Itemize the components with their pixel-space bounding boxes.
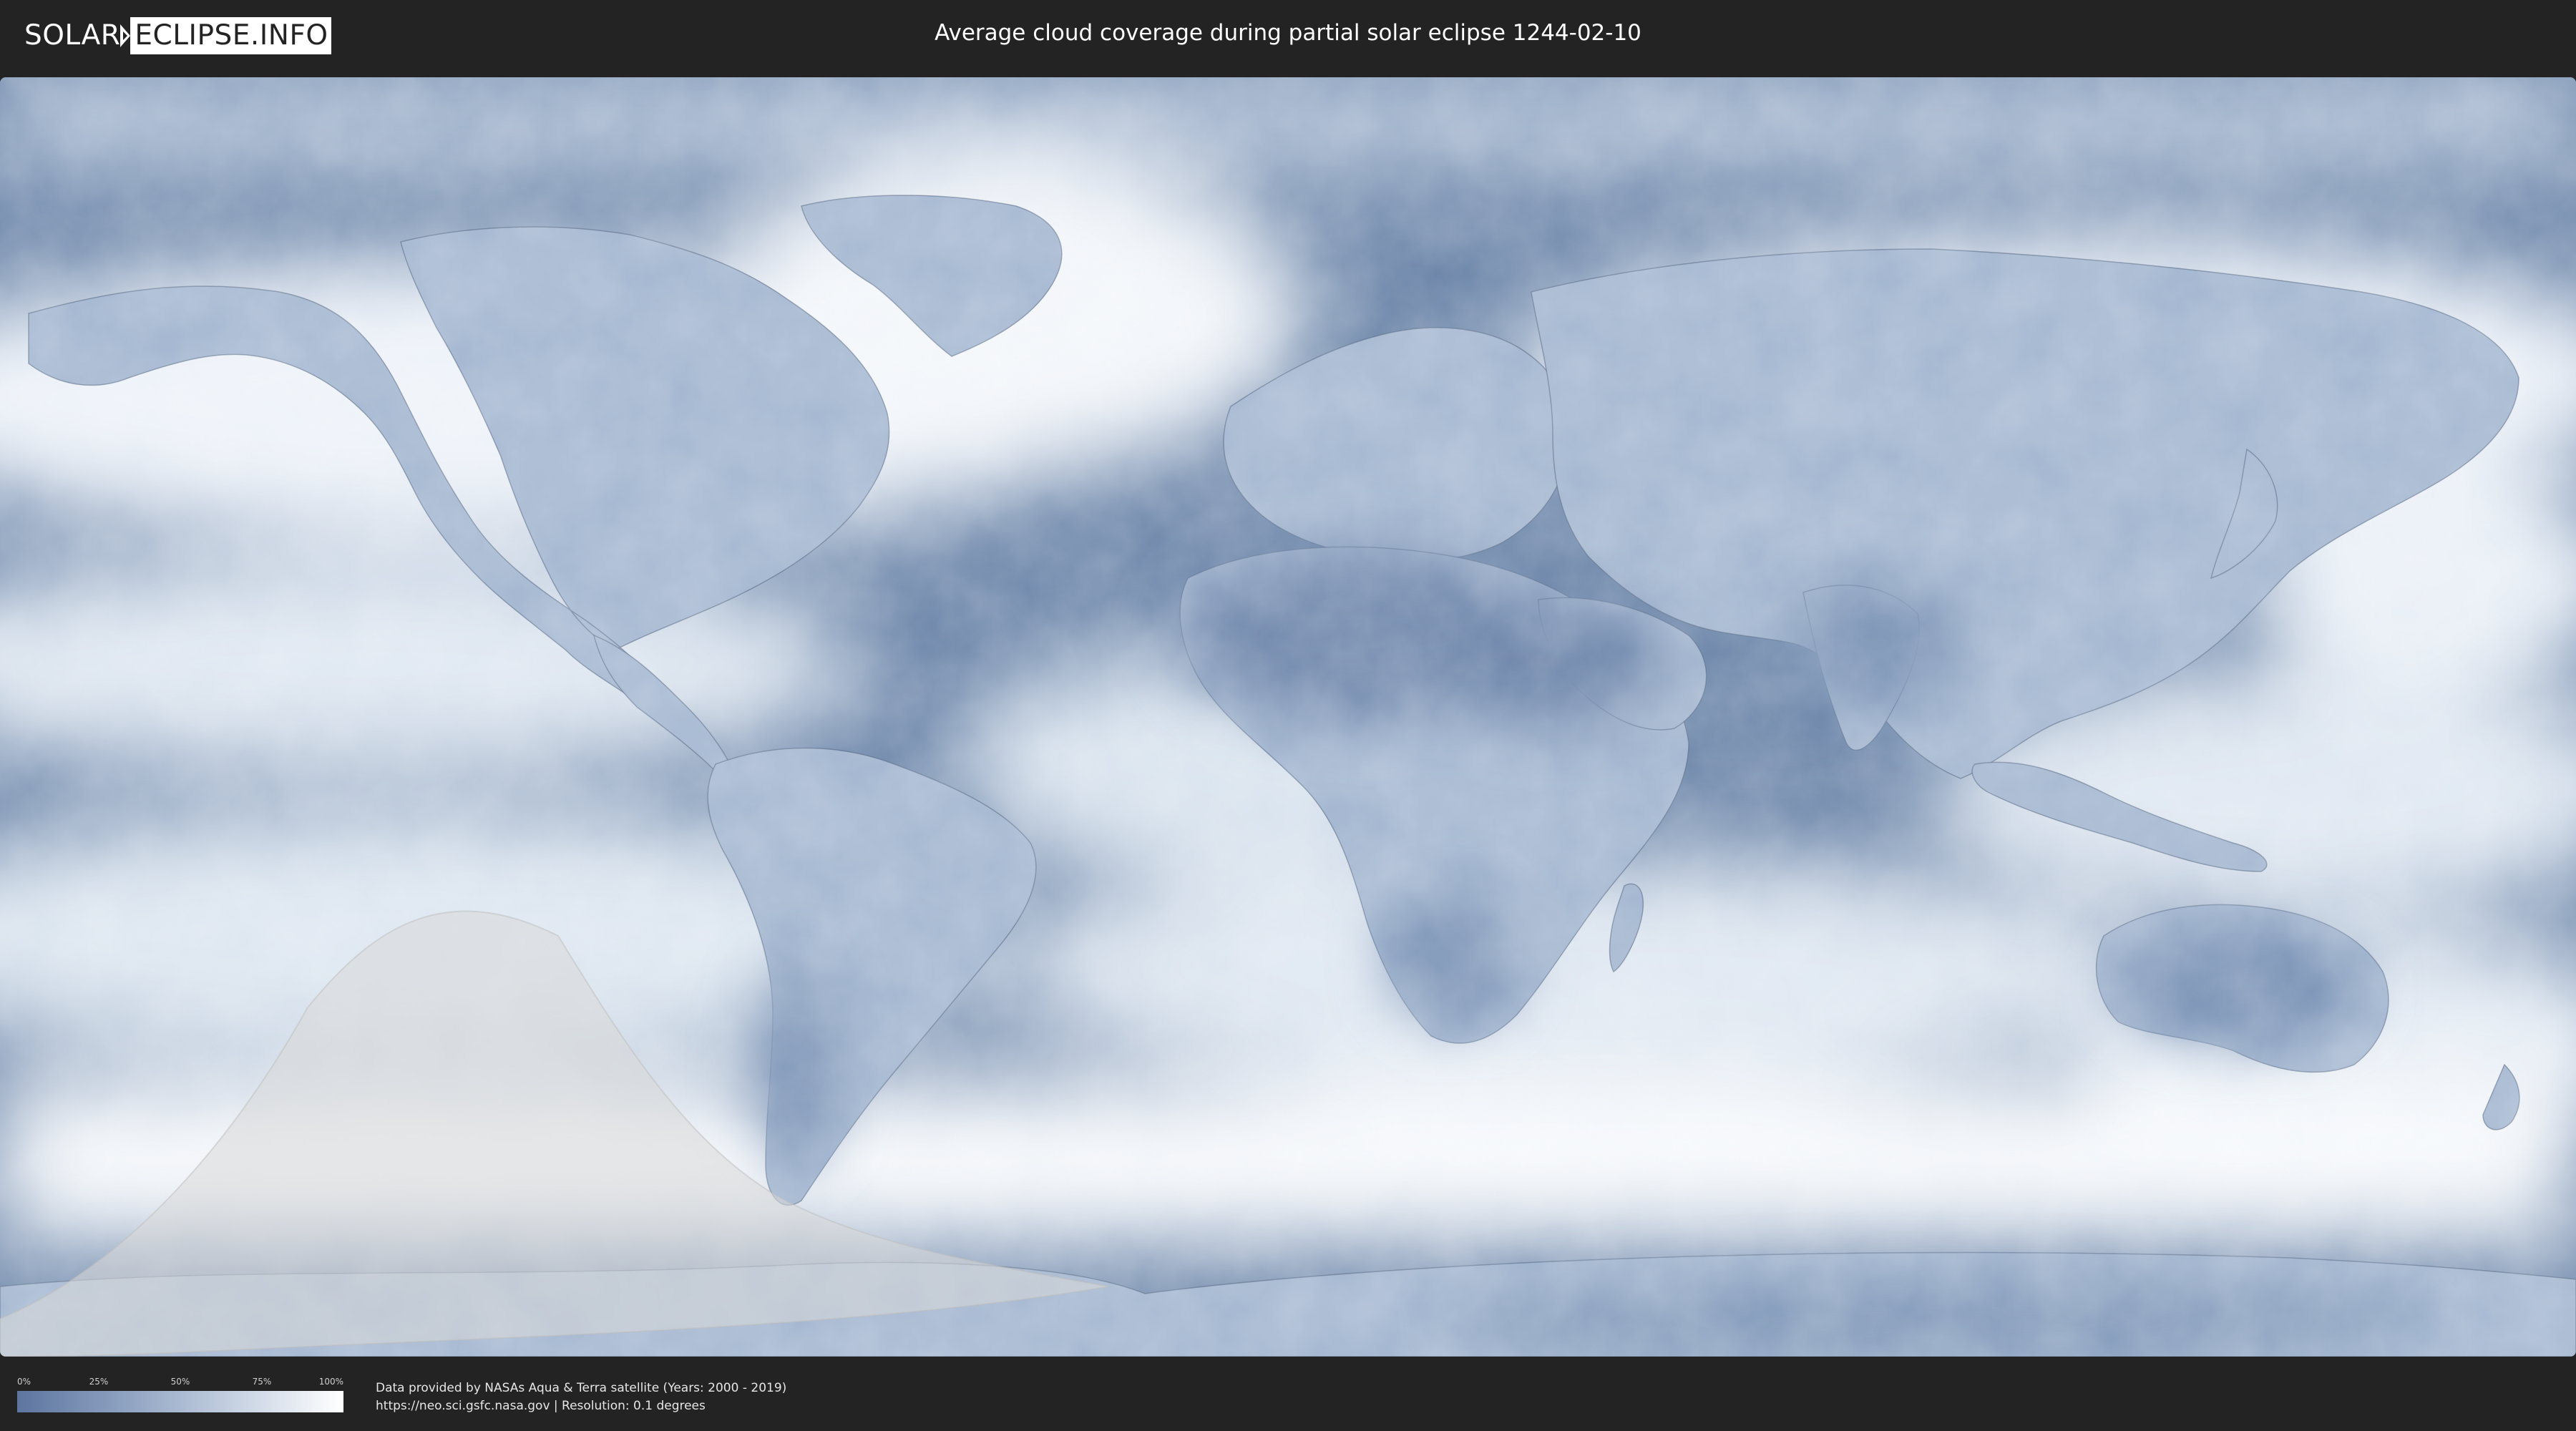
legend-tick: 75% <box>252 1377 272 1387</box>
credits-line-url: https://neo.sci.gsfc.nasa.gov | Resoluti… <box>376 1399 706 1413</box>
credits-line-source: Data provided by NASAs Aqua & Terra sate… <box>376 1381 787 1395</box>
footer-bar: 0% 25% 50% 75% 100% Data provided by NAS… <box>0 1357 2576 1431</box>
cloud-coverage-legend: 0% 25% 50% 75% 100% <box>17 1377 343 1412</box>
header-bar: SOLAR ECLIPSE.INFO Average cloud coverag… <box>0 0 2576 72</box>
legend-tick: 0% <box>17 1377 31 1387</box>
legend-tick: 25% <box>89 1377 109 1387</box>
legend-gradient-bar <box>17 1391 343 1412</box>
legend-tick: 100% <box>318 1377 343 1387</box>
world-map-canvas <box>0 77 2576 1357</box>
legend-ticks: 0% 25% 50% 75% 100% <box>17 1377 343 1388</box>
cloud-coverage-map <box>0 77 2576 1357</box>
legend-tick: 50% <box>170 1377 190 1387</box>
data-credits: Data provided by NASAs Aqua & Terra sate… <box>376 1379 786 1415</box>
page-title: Average cloud coverage during partial so… <box>935 20 1641 46</box>
